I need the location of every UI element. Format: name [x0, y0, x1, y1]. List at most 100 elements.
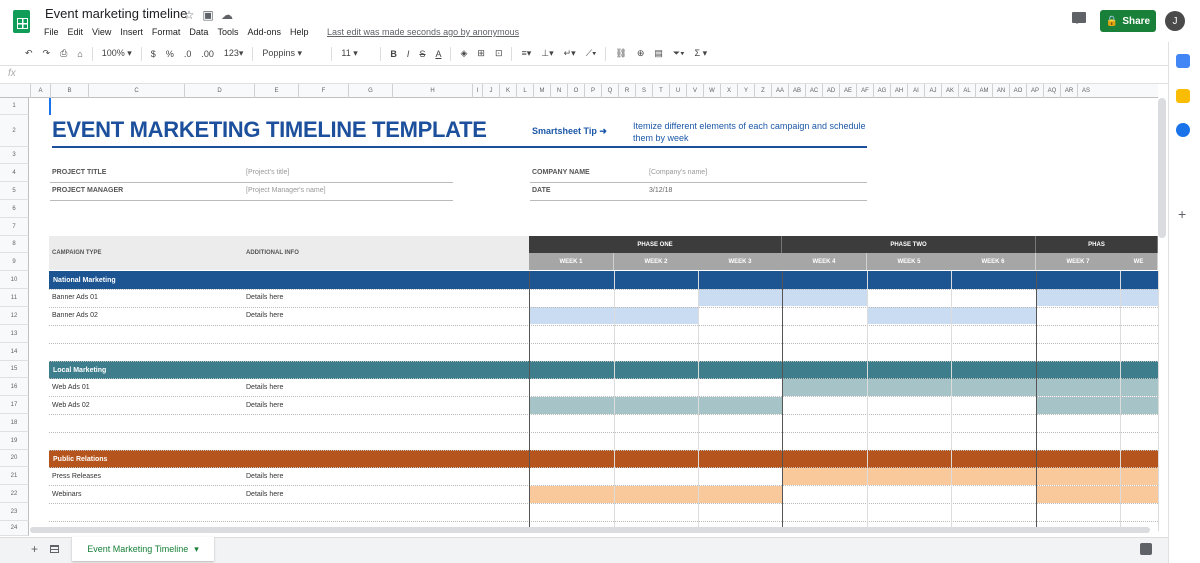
- text-rotate-icon[interactable]: ⟋▾: [586, 48, 597, 59]
- company-name-value[interactable]: [Company's name]: [649, 169, 707, 176]
- strikethrough-button[interactable]: S: [419, 49, 425, 59]
- column-header[interactable]: E: [254, 84, 298, 98]
- column-header[interactable]: AD: [822, 84, 839, 98]
- column-header[interactable]: AP: [1026, 84, 1043, 98]
- row-header[interactable]: 22: [0, 485, 29, 503]
- column-header[interactable]: AJ: [924, 84, 941, 98]
- row-header[interactable]: 5: [0, 182, 29, 200]
- date-label[interactable]: DATE: [532, 187, 551, 194]
- all-sheets-icon[interactable]: [50, 545, 59, 553]
- timeline-bar[interactable]: [614, 307, 699, 324]
- column-header[interactable]: AF: [856, 84, 873, 98]
- column-header[interactable]: C: [88, 84, 184, 98]
- row-header[interactable]: 11: [0, 289, 29, 307]
- row-header[interactable]: 16: [0, 378, 29, 396]
- column-header[interactable]: AC: [805, 84, 822, 98]
- campaign-item[interactable]: Webinars: [52, 491, 81, 498]
- menu-tools[interactable]: Tools: [217, 27, 243, 37]
- row-header[interactable]: 12: [0, 307, 29, 325]
- row-header[interactable]: 15: [0, 361, 29, 378]
- timeline-bar[interactable]: [614, 397, 699, 414]
- row-header[interactable]: 19: [0, 432, 29, 450]
- column-header[interactable]: AQ: [1043, 84, 1060, 98]
- row-header[interactable]: 1: [0, 98, 29, 115]
- column-header[interactable]: G: [348, 84, 392, 98]
- column-header[interactable]: F: [298, 84, 348, 98]
- cloud-status-icon[interactable]: ☁: [219, 8, 235, 22]
- print-icon[interactable]: ⎙: [60, 48, 67, 59]
- timeline-bar[interactable]: [698, 397, 783, 414]
- font-select[interactable]: Poppins ▾: [262, 48, 322, 59]
- group-band[interactable]: Public Relations: [49, 450, 1158, 468]
- timeline-bar[interactable]: [698, 289, 783, 306]
- timeline-bar[interactable]: [614, 486, 699, 503]
- horizontal-scrollbar[interactable]: [30, 527, 1150, 533]
- timeline-bar[interactable]: [867, 307, 952, 324]
- column-header[interactable]: P: [584, 84, 601, 98]
- column-header[interactable]: O: [567, 84, 584, 98]
- column-header[interactable]: AL: [958, 84, 975, 98]
- campaign-info[interactable]: Details here: [246, 491, 283, 498]
- comment-icon[interactable]: [1072, 12, 1086, 24]
- campaign-info[interactable]: Details here: [246, 312, 283, 319]
- timeline-bar[interactable]: [1120, 379, 1158, 396]
- timeline-bar[interactable]: [951, 468, 1036, 485]
- column-header[interactable]: X: [720, 84, 737, 98]
- tasks-icon[interactable]: [1176, 123, 1190, 137]
- column-header[interactable]: AH: [890, 84, 907, 98]
- column-header[interactable]: H: [392, 84, 472, 98]
- menu-data[interactable]: Data: [189, 27, 213, 37]
- campaign-info[interactable]: Details here: [246, 402, 283, 409]
- menu-file[interactable]: File: [44, 27, 64, 37]
- share-button[interactable]: 🔒 Share: [1100, 10, 1156, 32]
- row-header[interactable]: 3: [0, 147, 29, 164]
- timeline-bar[interactable]: [1120, 397, 1158, 414]
- phase-header[interactable]: PHASE TWO: [782, 236, 1036, 254]
- menu-help[interactable]: Help: [290, 27, 314, 37]
- avatar[interactable]: J: [1165, 11, 1185, 31]
- row-header[interactable]: 21: [0, 467, 29, 485]
- menu-view[interactable]: View: [92, 27, 116, 37]
- text-color-button[interactable]: A: [435, 49, 441, 59]
- column-header[interactable]: AK: [941, 84, 958, 98]
- campaign-item[interactable]: Banner Ads 01: [52, 294, 98, 301]
- last-edit-link[interactable]: Last edit was made seconds ago by anonym…: [327, 27, 519, 37]
- undo-icon[interactable]: ↶: [25, 48, 33, 59]
- formula-bar[interactable]: [0, 66, 1168, 84]
- row-header[interactable]: 18: [0, 414, 29, 432]
- sheets-logo-icon[interactable]: [13, 10, 30, 33]
- currency-button[interactable]: $: [151, 49, 156, 59]
- campaign-item[interactable]: Web Ads 02: [52, 402, 90, 409]
- increase-decimal-button[interactable]: .00: [201, 49, 214, 59]
- group-band[interactable]: Local Marketing: [49, 361, 1158, 379]
- week-header[interactable]: WEEK 5: [867, 253, 952, 270]
- menu-addons[interactable]: Add-ons: [247, 27, 286, 37]
- vertical-align-icon[interactable]: ⊥▾: [541, 48, 553, 59]
- column-header[interactable]: Q: [601, 84, 618, 98]
- phase-header[interactable]: PHASE ONE: [529, 236, 782, 254]
- add-sheet-icon[interactable]: +: [31, 542, 38, 556]
- italic-button[interactable]: I: [407, 49, 410, 59]
- column-header[interactable]: M: [533, 84, 550, 98]
- week-header[interactable]: WE: [1120, 253, 1158, 270]
- row-header[interactable]: 10: [0, 271, 29, 289]
- column-header[interactable]: AI: [907, 84, 924, 98]
- campaign-info[interactable]: Details here: [246, 294, 283, 301]
- zoom-select[interactable]: 100% ▾: [102, 48, 132, 59]
- paint-format-icon[interactable]: ⌂: [77, 49, 82, 59]
- column-header[interactable]: L: [516, 84, 533, 98]
- menu-format[interactable]: Format: [152, 27, 186, 37]
- bold-button[interactable]: B: [390, 49, 397, 59]
- project-manager-label[interactable]: PROJECT MANAGER: [52, 187, 123, 194]
- week-header[interactable]: WEEK 2: [614, 253, 699, 270]
- campaign-info[interactable]: Details here: [246, 473, 283, 480]
- column-header[interactable]: K: [499, 84, 516, 98]
- star-icon[interactable]: ☆: [181, 8, 197, 22]
- filter-icon[interactable]: ⏷▾: [673, 48, 685, 59]
- column-header[interactable]: B: [50, 84, 88, 98]
- column-header[interactable]: I: [472, 84, 482, 98]
- insert-comment-icon[interactable]: ⊕: [637, 48, 645, 59]
- timeline-bar[interactable]: [529, 307, 614, 324]
- column-header[interactable]: S: [635, 84, 652, 98]
- column-header[interactable]: T: [652, 84, 669, 98]
